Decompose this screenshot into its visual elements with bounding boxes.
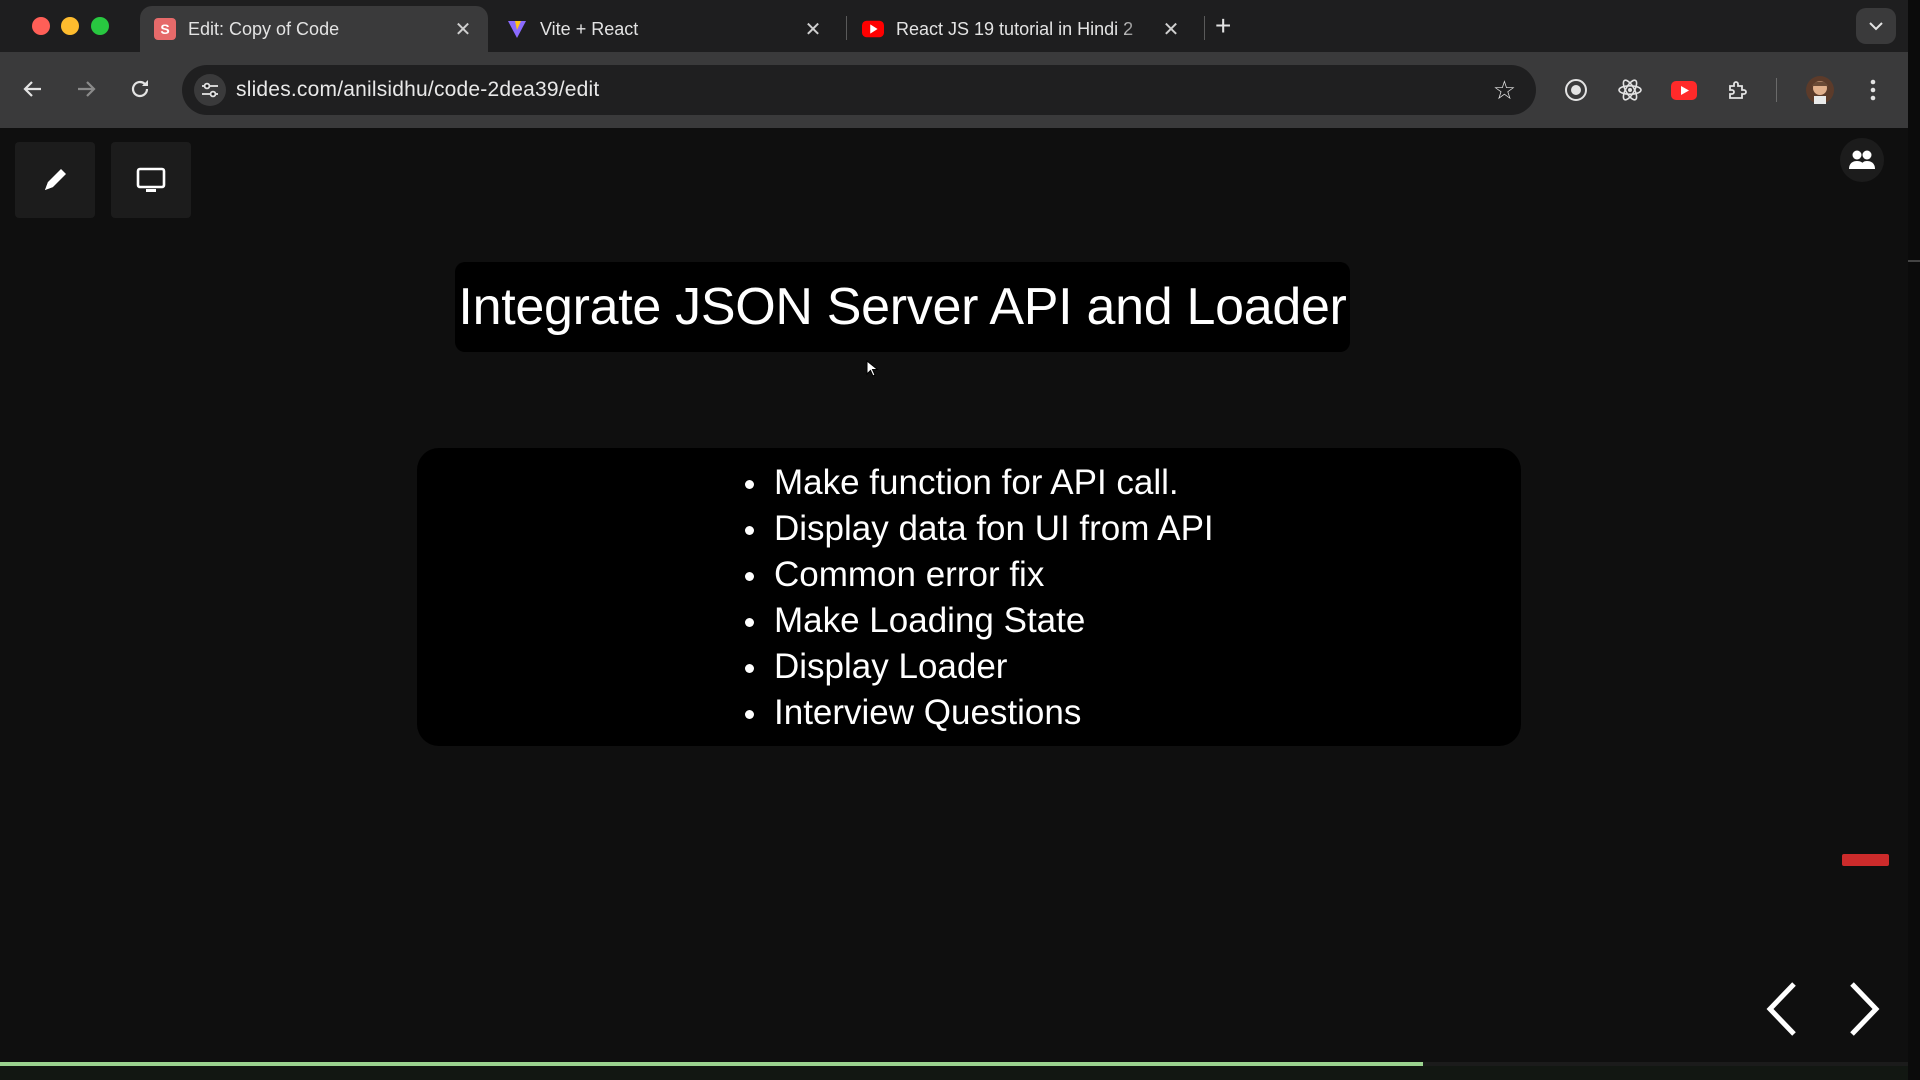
reload-button[interactable] xyxy=(122,71,158,107)
chevron-right-icon xyxy=(1850,982,1880,1036)
slide-bullet-box[interactable]: Make function for API call. Display data… xyxy=(417,448,1521,746)
users-icon xyxy=(1849,150,1875,169)
mouse-cursor-icon xyxy=(866,360,879,377)
reload-icon xyxy=(131,80,149,98)
chevron-down-icon xyxy=(1869,22,1883,31)
collaborators-button[interactable] xyxy=(1840,138,1884,182)
close-tab-icon[interactable]: ✕ xyxy=(448,17,478,42)
zoom-window-button[interactable] xyxy=(91,17,109,35)
tab-title: Vite + React xyxy=(540,18,639,39)
browser-menu-button[interactable] xyxy=(1858,75,1888,105)
back-button[interactable] xyxy=(15,71,51,107)
previous-slide-button[interactable] xyxy=(1756,974,1806,1044)
scrollbar-marker xyxy=(1908,260,1920,262)
toolbar-divider xyxy=(1776,78,1777,102)
list-item: Make Loading State xyxy=(742,598,1214,644)
slide-title-box[interactable]: Integrate JSON Server API and Loader xyxy=(455,262,1350,352)
arrow-right-icon xyxy=(78,81,96,97)
tab-divider xyxy=(1204,16,1205,40)
arrow-left-icon xyxy=(23,81,41,97)
record-icon[interactable] xyxy=(1561,75,1591,105)
address-bar[interactable]: slides.com/anilsidhu/code-2dea39/edit ☆ xyxy=(182,65,1536,115)
youtube-icon xyxy=(862,18,884,40)
avatar[interactable] xyxy=(1805,75,1835,105)
pen-tool-button[interactable] xyxy=(15,142,95,218)
scrollbar-track[interactable] xyxy=(1908,0,1920,1080)
browser-toolbar: slides.com/anilsidhu/code-2dea39/edit ☆ xyxy=(0,52,1908,128)
tab-title: Edit: Copy of Code xyxy=(188,18,340,39)
new-tab-button[interactable]: + xyxy=(1215,10,1231,42)
react-devtools-icon[interactable] xyxy=(1615,75,1645,105)
list-item: Make function for API call. xyxy=(742,460,1214,506)
next-slide-button[interactable] xyxy=(1840,974,1890,1044)
list-item: Common error fix xyxy=(742,552,1214,598)
close-tab-icon[interactable]: ✕ xyxy=(1156,17,1186,42)
youtube-extension-icon[interactable] xyxy=(1669,75,1699,105)
tab-youtube-react-tutorial[interactable]: React JS 19 tutorial in Hindi 2 ✕ xyxy=(848,6,1196,52)
more-vertical-icon xyxy=(1870,79,1876,101)
slide-title: Integrate JSON Server API and Loader xyxy=(458,278,1347,336)
tab-strip: S Edit: Copy of Code ✕ Vite + React ✕ Re… xyxy=(0,0,1908,52)
bookmark-star-icon[interactable]: ☆ xyxy=(1493,75,1516,106)
tab-vite-react[interactable]: Vite + React ✕ xyxy=(492,6,838,52)
puzzle-icon[interactable] xyxy=(1723,75,1753,105)
present-button[interactable] xyxy=(111,142,191,218)
bullet-list: Make function for API call. Display data… xyxy=(742,460,1214,736)
url-text: slides.com/anilsidhu/code-2dea39/edit xyxy=(236,78,600,101)
chevron-left-icon xyxy=(1766,982,1796,1036)
present-icon xyxy=(136,167,166,192)
site-settings-icon[interactable] xyxy=(194,74,226,106)
close-window-button[interactable] xyxy=(32,17,50,35)
slides-icon: S xyxy=(154,18,176,40)
slide-stage: Integrate JSON Server API and Loader Mak… xyxy=(0,128,1908,1080)
forward-button[interactable] xyxy=(68,71,104,107)
tab-divider xyxy=(846,16,847,40)
close-tab-icon[interactable]: ✕ xyxy=(798,17,828,42)
tab-title: React JS 19 tutorial in Hindi 2 xyxy=(896,18,1134,39)
bottom-strip xyxy=(0,1066,1920,1080)
minimize-window-button[interactable] xyxy=(61,17,79,35)
subscribe-badge xyxy=(1842,854,1889,866)
tab-search-button[interactable] xyxy=(1856,8,1896,44)
pen-icon xyxy=(45,169,66,190)
tab-edit-copy-of-code[interactable]: S Edit: Copy of Code ✕ xyxy=(140,6,488,52)
vite-icon xyxy=(506,18,528,40)
list-item: Interview Questions xyxy=(742,690,1214,736)
list-item: Display data fon UI from API xyxy=(742,506,1214,552)
list-item: Display Loader xyxy=(742,644,1214,690)
